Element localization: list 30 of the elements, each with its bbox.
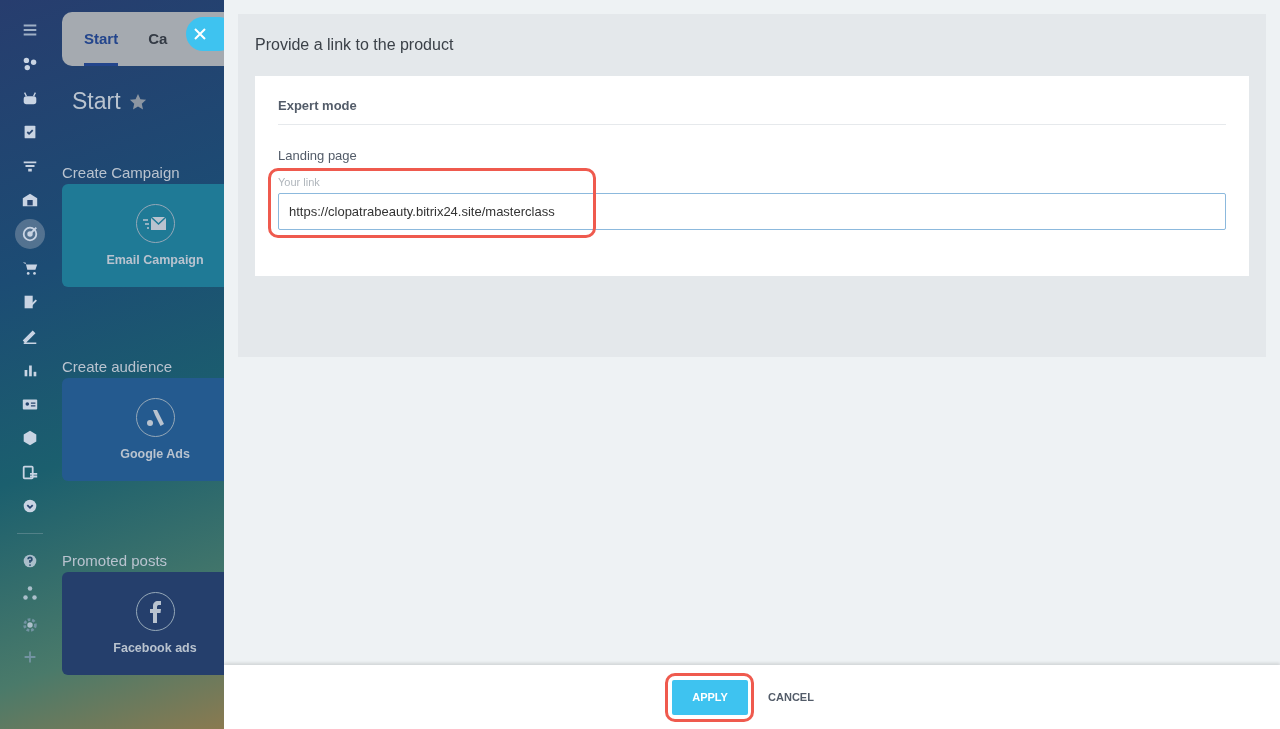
building-icon xyxy=(21,191,39,209)
section-title: Expert mode xyxy=(278,98,1226,125)
card-label: Google Ads xyxy=(120,447,190,461)
clipboard-icon xyxy=(21,463,39,481)
section-heading: Promoted posts xyxy=(62,551,169,571)
card-label: Facebook ads xyxy=(113,641,197,655)
link-field[interactable]: https://clopatrabeauty.bitrix24.site/masterclass xyxy=(278,193,1226,230)
campaign-card[interactable]: Google Ads xyxy=(62,378,224,481)
chevron-down-icon xyxy=(21,497,39,515)
target-icon xyxy=(21,225,39,243)
nodes-icon xyxy=(21,584,39,602)
campaign-card[interactable]: Email Campaign xyxy=(62,184,224,287)
box-icon xyxy=(21,429,39,447)
cancel-button[interactable]: CANCEL xyxy=(764,679,818,715)
page-title: Start xyxy=(72,88,121,115)
card-label: Email Campaign xyxy=(106,253,204,267)
section-heading: Create audience xyxy=(62,357,174,377)
star-icon xyxy=(128,92,147,111)
tab[interactable]: Start xyxy=(84,12,119,66)
sidebar-item[interactable] xyxy=(15,219,45,249)
field-label: Landing page xyxy=(278,148,357,163)
campaign-card[interactable]: Facebook ads xyxy=(62,572,224,675)
tab[interactable]: Ca xyxy=(148,12,168,66)
help-icon xyxy=(21,552,39,570)
settings-icon xyxy=(21,616,39,634)
dots-icon xyxy=(21,55,39,73)
section-heading: Create Campaign xyxy=(62,163,181,183)
field-hint: Your link xyxy=(278,176,321,188)
close-icon xyxy=(194,28,206,40)
slider-title: Provide a link to the product xyxy=(255,36,455,54)
